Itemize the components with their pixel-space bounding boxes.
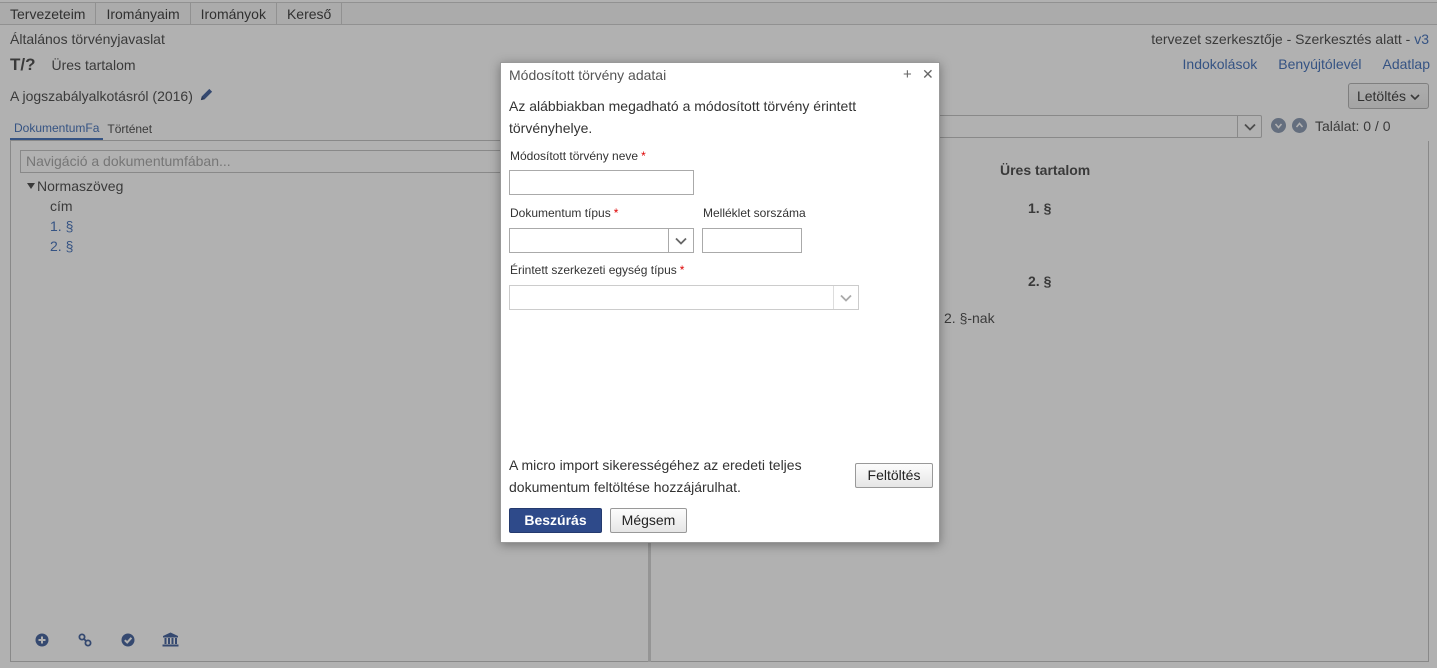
law-name-label: Módosított törvény neve * — [510, 149, 646, 163]
required-marker: * — [613, 206, 619, 220]
close-icon[interactable]: ✕ — [922, 66, 934, 83]
doc-type-label: Dokumentum típus * — [510, 206, 618, 220]
required-marker: * — [679, 263, 685, 277]
import-note: A micro import sikerességéhez az eredeti… — [509, 457, 802, 495]
doc-type-label-text: Dokumentum típus — [510, 206, 611, 220]
dialog-title: Módosított törvény adatai — [509, 67, 667, 83]
maximize-icon[interactable]: + — [903, 66, 912, 83]
required-marker: * — [641, 149, 646, 163]
law-name-label-text: Módosított törvény neve — [510, 149, 639, 163]
doc-type-select[interactable] — [509, 228, 694, 253]
chevron-down-icon[interactable] — [833, 286, 858, 309]
unit-type-label-text: Érintett szerkezeti egység típus — [510, 263, 677, 277]
modified-law-dialog: Módosított törvény adatai + ✕ Az alábbia… — [500, 62, 940, 543]
upload-button[interactable]: Feltöltés — [855, 463, 933, 488]
unit-type-label: Érintett szerkezeti egység típus * — [510, 263, 684, 277]
unit-type-select[interactable] — [509, 285, 859, 310]
insert-button[interactable]: Beszúrás — [509, 508, 602, 533]
law-name-input[interactable] — [509, 170, 694, 195]
annex-number-label: Melléklet sorszáma — [703, 206, 806, 220]
cancel-button[interactable]: Mégsem — [610, 508, 687, 533]
annex-number-input[interactable] — [702, 228, 802, 253]
dialog-description: Az alábbiakban megadható a módosított tö… — [509, 98, 857, 136]
chevron-down-icon[interactable] — [668, 229, 693, 252]
